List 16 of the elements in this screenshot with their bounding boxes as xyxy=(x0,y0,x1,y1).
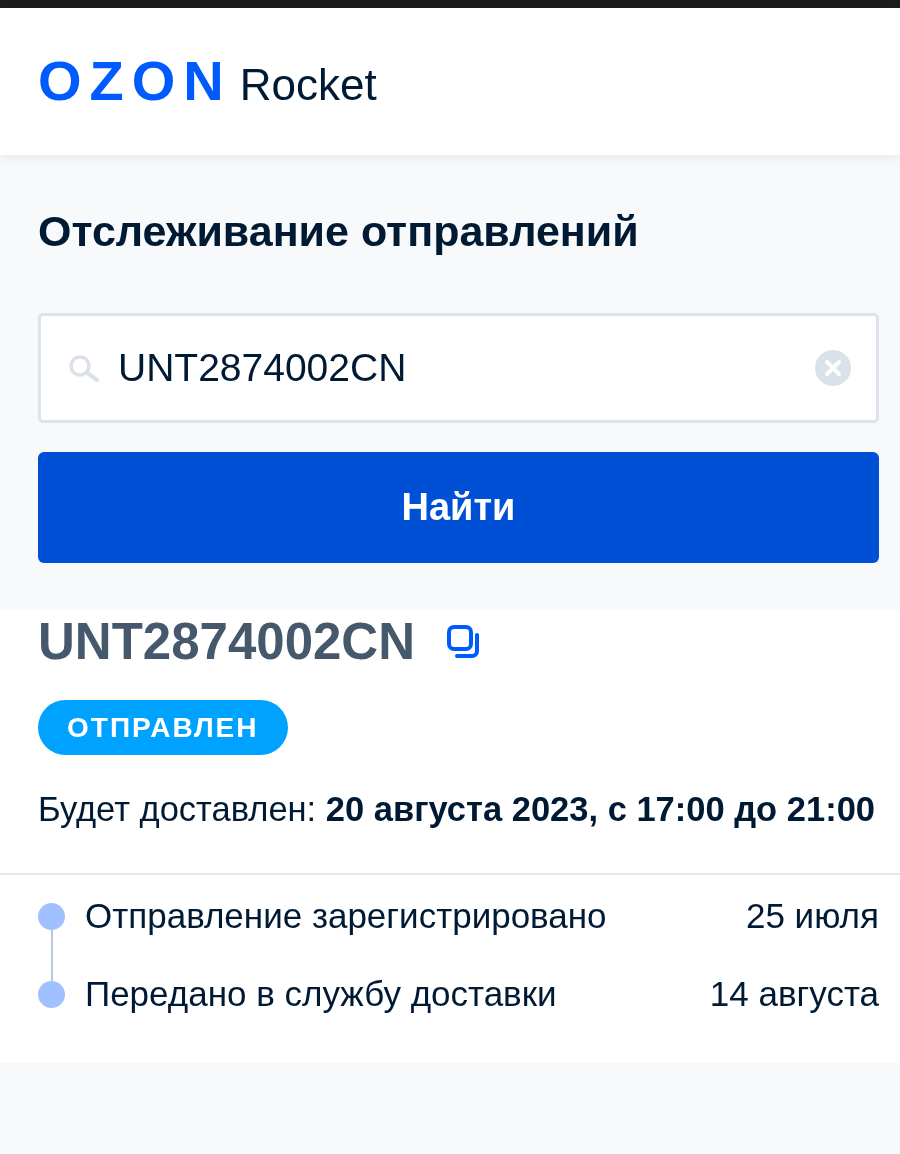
timeline-dot xyxy=(38,980,65,1008)
timeline-dot xyxy=(38,902,65,930)
copy-icon[interactable] xyxy=(447,625,482,659)
delivery-info: Будет доставлен: 20 августа 2023, с 17:00 до 21:00 xyxy=(38,789,876,829)
event-date: 14 августа xyxy=(709,974,879,1014)
logo[interactable]: OZON Rocket xyxy=(38,52,377,109)
search-button[interactable]: Найти xyxy=(38,452,879,563)
tracking-number: UNT2874002CN xyxy=(38,614,416,670)
event-label: Передано в службу доставки xyxy=(85,974,558,1014)
page-title: Отслеживание отправлений xyxy=(38,206,640,257)
status-badge: ОТПРАВЛЕН xyxy=(38,700,288,755)
search-icon xyxy=(68,354,100,382)
event-label: Отправление зарегистрировано xyxy=(85,896,608,936)
timeline-connector xyxy=(50,929,53,981)
event-date: 25 июля xyxy=(744,896,879,936)
search-field[interactable]: UNT2874002CN xyxy=(38,313,879,423)
